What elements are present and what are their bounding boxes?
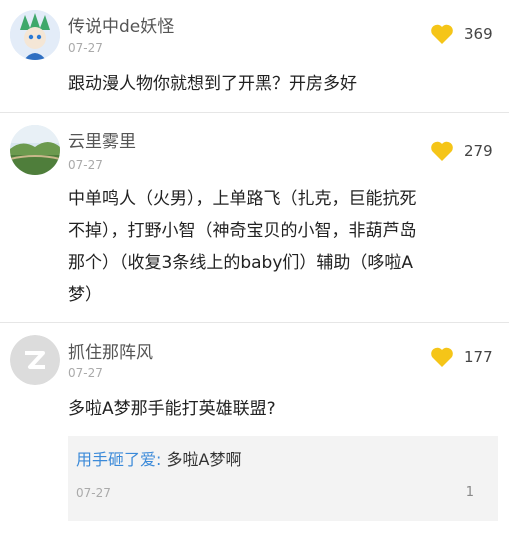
reply-username[interactable]: 用手砸了爱: [76,450,161,469]
divider [0,112,509,113]
like-count: 177 [464,348,493,366]
heart-icon [431,347,453,367]
comment-text: 多啦A梦那手能打英雄联盟? [68,399,276,419]
like-button[interactable]: 369 [430,23,493,45]
reply-box[interactable]: 用手砸了爱: 多啦A梦啊 07-27 1 [68,436,498,521]
like-count: 279 [464,142,493,160]
comment-text-line: 梦） [68,285,102,305]
username[interactable]: 传说中de妖怪 [68,12,174,37]
comment-text-line: 中单鸣人（火男），上单路飞（扎克，巨能抗死 [68,189,417,209]
comment-text-line: 不掉），打野小智（神奇宝贝的小智，非葫芦岛 [68,221,417,241]
comment-date: 07-27 [68,158,103,172]
avatar[interactable] [10,335,60,385]
comment-text-line: 那个）（收复3条线上的baby们）辅助（哆啦A [68,253,414,273]
reply-date: 07-27 [76,486,111,500]
divider [0,322,509,323]
comment-text: 中单鸣人（火男），上单路飞（扎克，巨能抗死 不掉），打野小智（神奇宝贝的小智，非… [68,183,493,311]
reply-count: 1 [465,485,474,500]
username[interactable]: 抓住那阵风 [68,338,153,363]
reply-content: 多啦A梦啊 [166,450,242,469]
avatar[interactable] [10,125,60,175]
comment-text: 跟动漫人物你就想到了开黑？开房多好 [68,74,357,94]
username[interactable]: 云里雾里 [68,127,136,152]
comment-date: 07-27 [68,366,103,380]
heart-icon [431,141,453,161]
heart-icon [431,24,453,44]
reply-text: 用手砸了爱: 多啦A梦啊 [76,446,241,470]
like-button[interactable]: 177 [430,346,493,368]
comment-date: 07-27 [68,41,103,55]
like-button[interactable]: 279 [430,140,493,162]
avatar[interactable] [10,10,60,60]
like-count: 369 [464,25,493,43]
